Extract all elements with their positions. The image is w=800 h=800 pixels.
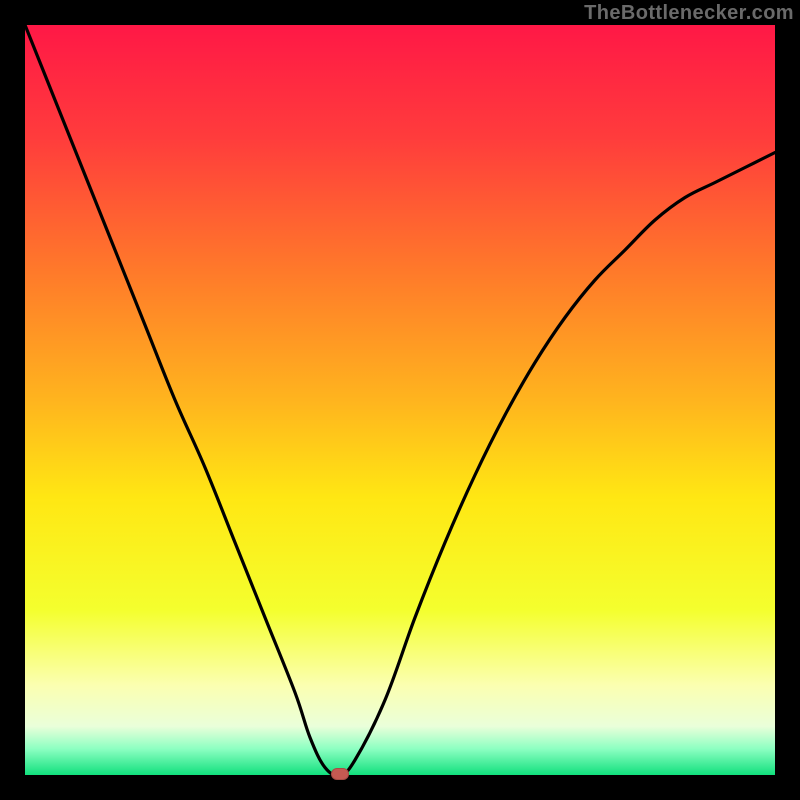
bottleneck-curve: [25, 25, 775, 775]
chart-stage: TheBottlenecker.com: [0, 0, 800, 800]
watermark-text: TheBottlenecker.com: [584, 2, 794, 25]
plot-area: [25, 25, 775, 775]
optimal-point-marker: [331, 768, 349, 780]
